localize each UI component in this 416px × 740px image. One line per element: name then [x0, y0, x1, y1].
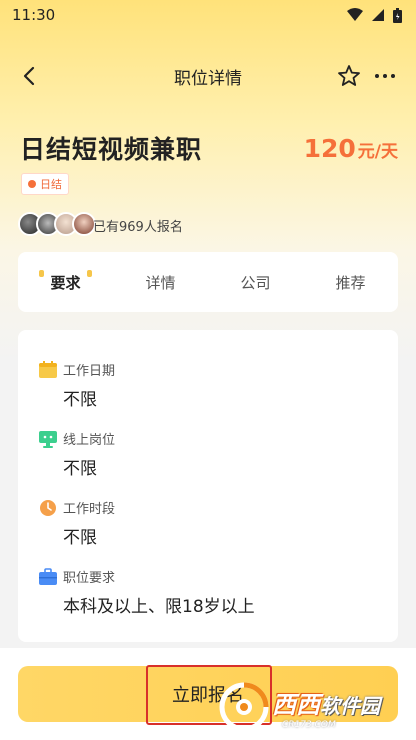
- watermark-main: 西西: [272, 690, 320, 719]
- clock-icon: [40, 499, 56, 516]
- tab-bar: 要求 详情 公司 推荐: [18, 252, 398, 312]
- tab-requirements[interactable]: 要求: [18, 269, 113, 293]
- requirements-card: 工作日期 不限 线上岗位 不限 工作时段 不限 职位要求 本科及以上、限18岁以…: [18, 330, 398, 642]
- job-title: 日结短视频兼职: [20, 135, 203, 164]
- applicant-avatars: [18, 212, 96, 236]
- status-bar: 11:30: [0, 0, 416, 30]
- requirement-value: 不限: [63, 390, 97, 410]
- page-title: 职位详情: [174, 68, 242, 89]
- salary-unit: 元/天: [357, 142, 398, 162]
- requirement-item: 工作时段 不限: [38, 498, 115, 548]
- tab-details[interactable]: 详情: [113, 272, 208, 293]
- requirement-label: 工作日期: [63, 364, 116, 379]
- watermark-logo-icon: [219, 682, 269, 732]
- requirement-item: 线上岗位 不限: [38, 429, 115, 479]
- salary-amount: 120: [303, 134, 356, 163]
- pay-type-tag: 日结: [21, 173, 69, 195]
- wifi-icon: [347, 8, 363, 21]
- tag-dot-icon: [28, 180, 36, 188]
- signal-icon: [372, 9, 384, 21]
- requirement-item: 职位要求 本科及以上、限18岁以上: [38, 567, 255, 617]
- calendar-icon: [39, 360, 57, 378]
- signup-count: 已有969人报名: [93, 220, 183, 235]
- status-time: 11:30: [12, 6, 56, 24]
- requirement-value: 不限: [63, 459, 97, 479]
- tag-label: 日结: [40, 178, 62, 191]
- salary: 120 元/天: [304, 134, 398, 163]
- briefcase-icon: [39, 567, 57, 585]
- requirement-item: 工作日期 不限: [38, 360, 115, 410]
- requirement-value: 本科及以上、限18岁以上: [63, 597, 255, 617]
- watermark: 西西 软件园 CR173.COM: [218, 678, 414, 736]
- more-icon[interactable]: [372, 63, 398, 89]
- tab-recommend[interactable]: 推荐: [303, 272, 398, 293]
- tab-company[interactable]: 公司: [208, 272, 303, 293]
- watermark-brand: 软件园: [320, 693, 380, 718]
- nav-bar: 职位详情: [0, 56, 416, 96]
- monitor-icon: [39, 430, 57, 448]
- requirement-label: 线上岗位: [63, 433, 116, 448]
- requirement-label: 工作时段: [63, 502, 116, 517]
- star-icon[interactable]: [336, 63, 362, 89]
- requirement-value: 不限: [63, 528, 97, 548]
- requirement-label: 职位要求: [63, 571, 116, 586]
- watermark-sub: CR173.COM: [282, 719, 336, 730]
- battery-icon: [393, 7, 402, 23]
- back-arrow-icon[interactable]: [18, 64, 42, 88]
